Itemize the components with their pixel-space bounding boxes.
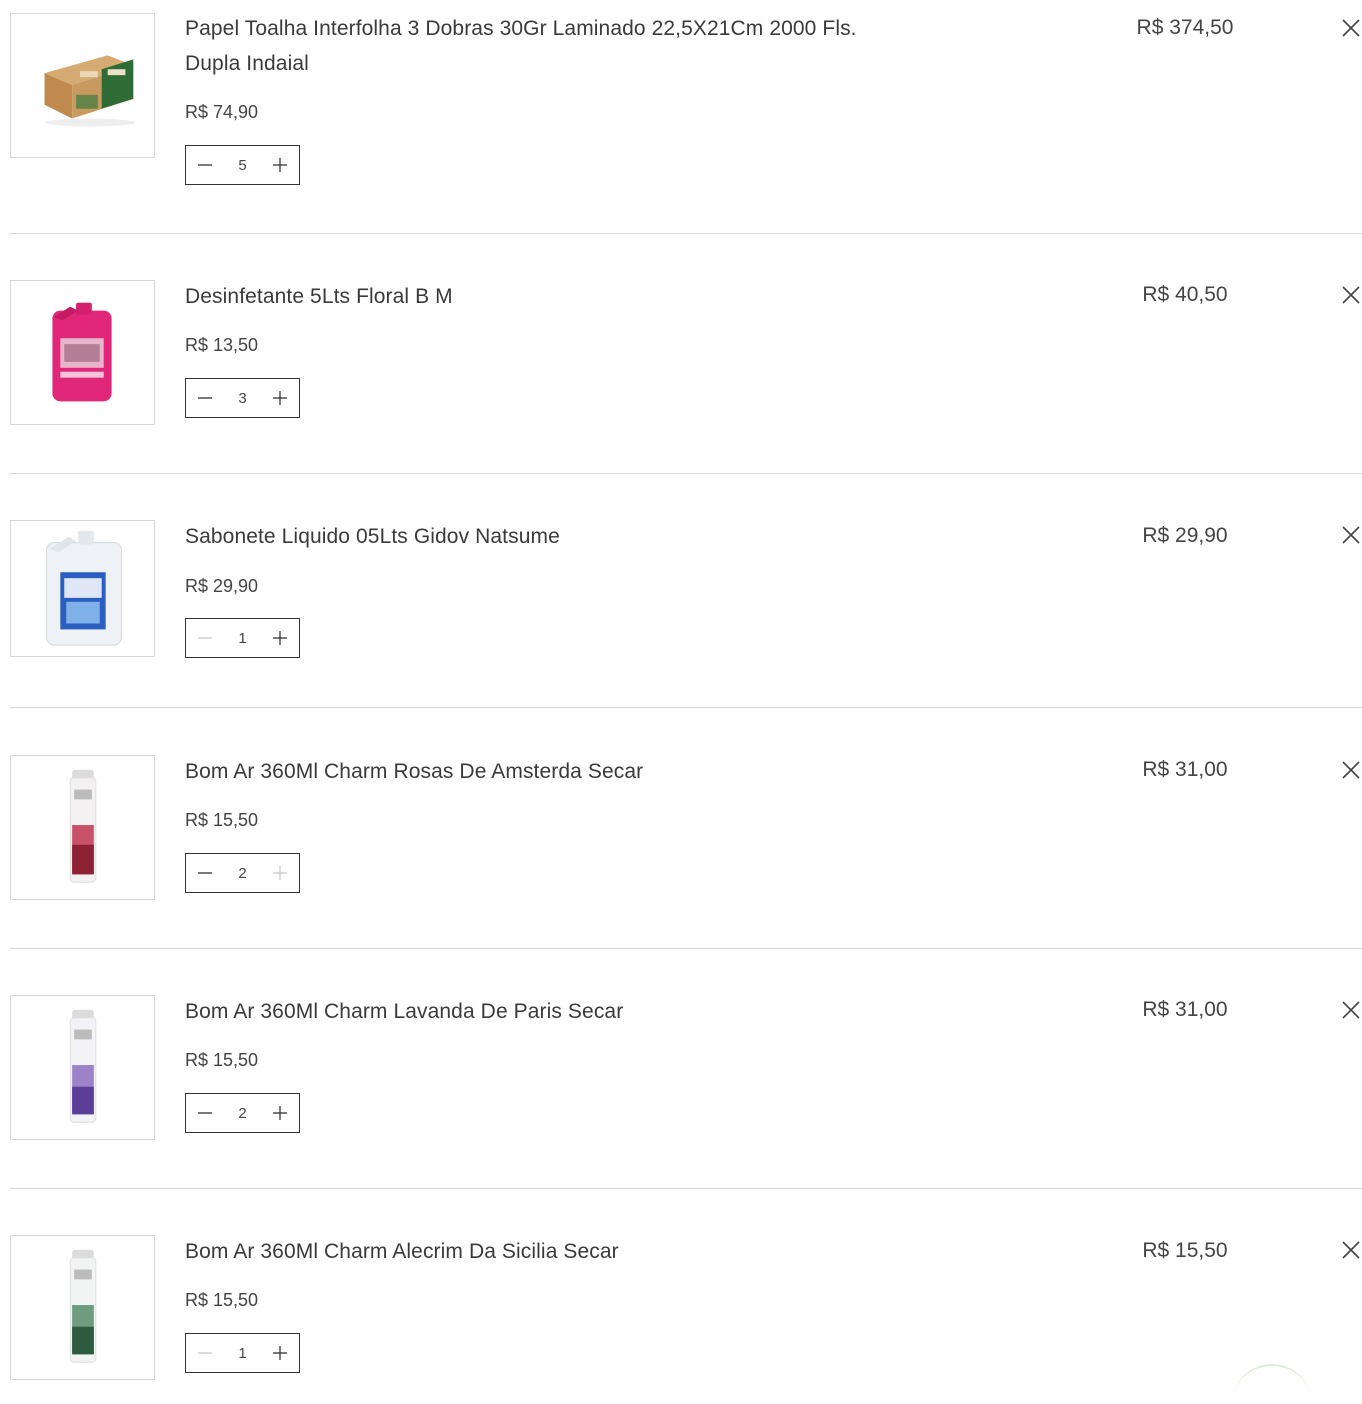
increase-quantity-button[interactable] xyxy=(261,1334,299,1372)
remove-item-button[interactable] xyxy=(1340,1239,1362,1261)
plus-icon xyxy=(273,1346,287,1360)
close-icon xyxy=(1342,1241,1360,1259)
product-name[interactable]: Bom Ar 360Ml Charm Alecrim Da Sicilia Se… xyxy=(185,1234,875,1269)
quantity-value[interactable]: 1 xyxy=(228,1345,258,1362)
minus-icon xyxy=(198,1352,212,1354)
unit-price: R$ 15,50 xyxy=(185,1290,259,1310)
product-image-air-freshener-rosemary[interactable] xyxy=(10,1235,155,1380)
quantity-stepper: 1 xyxy=(185,1333,300,1373)
air-freshener-rosemary-image xyxy=(69,1249,97,1363)
cart-item: Bom Ar 360Ml Charm Alecrim Da Sicilia Se… xyxy=(0,0,1362,1380)
decrease-quantity-button[interactable] xyxy=(186,1334,224,1372)
line-total: R$ 15,50 xyxy=(1142,1239,1228,1262)
